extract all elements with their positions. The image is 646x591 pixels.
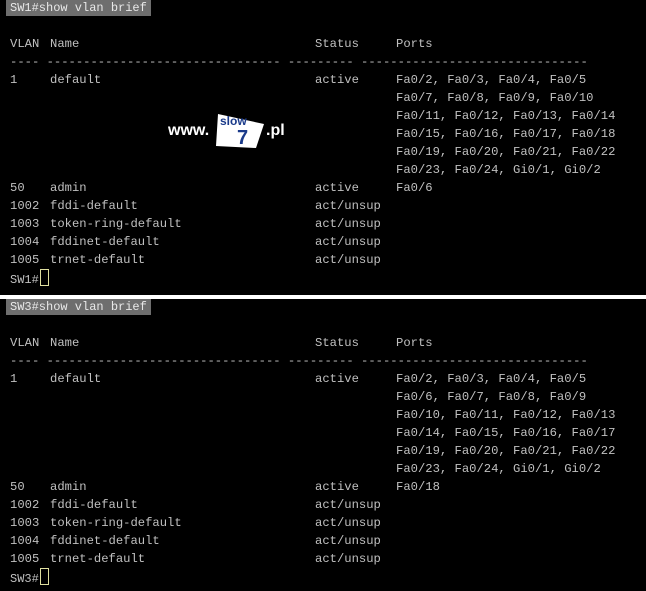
sw3-row-name: trnet-default [50, 552, 146, 566]
watermark-brand-top: slow [220, 114, 247, 128]
sw3-terminal-panel[interactable]: SW3#show vlan brief VLAN Name Status Por… [0, 299, 646, 591]
slow7-logo-icon: slow 7 [216, 114, 264, 149]
sw1-terminal-panel[interactable]: SW1#show vlan brief VLAN Name Status Por… [0, 0, 646, 295]
sw1-row-ports: Fa0/23, Fa0/24, Gi0/1, Gi0/2 [396, 163, 601, 177]
sw3-row-name: default [50, 372, 102, 386]
cursor-icon [39, 568, 49, 585]
sw3-header-status: Status [315, 336, 359, 350]
watermark-brand-num: 7 [237, 127, 248, 149]
sw1-header-ports: Ports [396, 37, 433, 51]
watermark-suffix: .pl [266, 122, 285, 139]
sw1-row-name: trnet-default [50, 253, 146, 267]
sw1-row-name: default [50, 73, 102, 87]
sw3-prompt-line[interactable]: SW3# [10, 568, 49, 588]
sw3-row-vlan: 1002 [10, 498, 40, 512]
sw1-row-vlan: 1005 [10, 253, 40, 267]
sw1-row-status: act/unsup [315, 199, 381, 213]
sw3-row-status: act/unsup [315, 552, 381, 566]
sw3-row-name: token-ring-default [50, 516, 182, 530]
sw1-separator: ---- -------------------------------- --… [10, 55, 588, 69]
sw1-row-ports: Fa0/7, Fa0/8, Fa0/9, Fa0/10 [396, 91, 594, 105]
sw3-row-ports: Fa0/23, Fa0/24, Gi0/1, Gi0/2 [396, 462, 601, 476]
sw3-row-vlan: 1003 [10, 516, 40, 530]
sw3-separator: ---- -------------------------------- --… [10, 354, 588, 368]
cursor-icon [39, 269, 49, 286]
sw3-row-name: fddinet-default [50, 534, 160, 548]
sw3-command-line: SW3#show vlan brief [6, 299, 151, 315]
sw1-row-vlan: 1004 [10, 235, 40, 249]
sw3-row-status: act/unsup [315, 534, 381, 548]
sw3-row-vlan: 1 [10, 372, 18, 386]
watermark-logo: www. slow 7 .pl [168, 108, 290, 152]
sw1-row-ports: Fa0/11, Fa0/12, Fa0/13, Fa0/14 [396, 109, 616, 123]
sw3-row-status: act/unsup [315, 516, 381, 530]
sw1-row-status: act/unsup [315, 217, 381, 231]
sw1-prompt-line[interactable]: SW1# [10, 269, 49, 289]
sw3-row-vlan: 1004 [10, 534, 40, 548]
sw3-row-ports: Fa0/14, Fa0/15, Fa0/16, Fa0/17 [396, 426, 616, 440]
sw1-row-ports: Fa0/6 [396, 181, 433, 195]
sw1-row-vlan: 50 [10, 181, 25, 195]
sw3-row-ports: Fa0/19, Fa0/20, Fa0/21, Fa0/22 [396, 444, 616, 458]
sw1-row-status: active [315, 181, 359, 195]
sw3-header-vlan: VLAN [10, 336, 40, 350]
sw1-prompt: SW1# [10, 273, 39, 287]
sw1-header-status: Status [315, 37, 359, 51]
sw1-row-name: token-ring-default [50, 217, 182, 231]
sw1-row-name: admin [50, 181, 87, 195]
sw3-row-ports: Fa0/6, Fa0/7, Fa0/8, Fa0/9 [396, 390, 587, 404]
sw3-header-name: Name [50, 336, 80, 350]
sw1-row-ports: Fa0/2, Fa0/3, Fa0/4, Fa0/5 [396, 73, 587, 87]
sw1-row-ports: Fa0/15, Fa0/16, Fa0/17, Fa0/18 [396, 127, 616, 141]
watermark-prefix: www. [168, 122, 210, 139]
sw3-row-ports: Fa0/2, Fa0/3, Fa0/4, Fa0/5 [396, 372, 587, 386]
sw1-row-ports: Fa0/19, Fa0/20, Fa0/21, Fa0/22 [396, 145, 616, 159]
sw1-row-vlan: 1002 [10, 199, 40, 213]
sw1-row-status: active [315, 73, 359, 87]
sw1-row-vlan: 1003 [10, 217, 40, 231]
sw1-header-name: Name [50, 37, 80, 51]
sw1-header-vlan: VLAN [10, 37, 40, 51]
sw1-row-status: act/unsup [315, 253, 381, 267]
sw3-row-status: active [315, 480, 359, 494]
sw3-row-ports: Fa0/10, Fa0/11, Fa0/12, Fa0/13 [396, 408, 616, 422]
sw3-prompt: SW3# [10, 572, 39, 586]
sw1-row-vlan: 1 [10, 73, 18, 87]
sw1-row-name: fddi-default [50, 199, 138, 213]
sw3-row-name: fddi-default [50, 498, 138, 512]
sw1-row-status: act/unsup [315, 235, 381, 249]
sw1-command-line: SW1#show vlan brief [6, 0, 151, 16]
sw3-header-ports: Ports [396, 336, 433, 350]
sw3-row-status: active [315, 372, 359, 386]
sw3-row-vlan: 50 [10, 480, 25, 494]
sw3-row-name: admin [50, 480, 87, 494]
sw3-row-status: act/unsup [315, 498, 381, 512]
sw3-row-ports: Fa0/18 [396, 480, 440, 494]
sw3-row-vlan: 1005 [10, 552, 40, 566]
sw1-row-name: fddinet-default [50, 235, 160, 249]
